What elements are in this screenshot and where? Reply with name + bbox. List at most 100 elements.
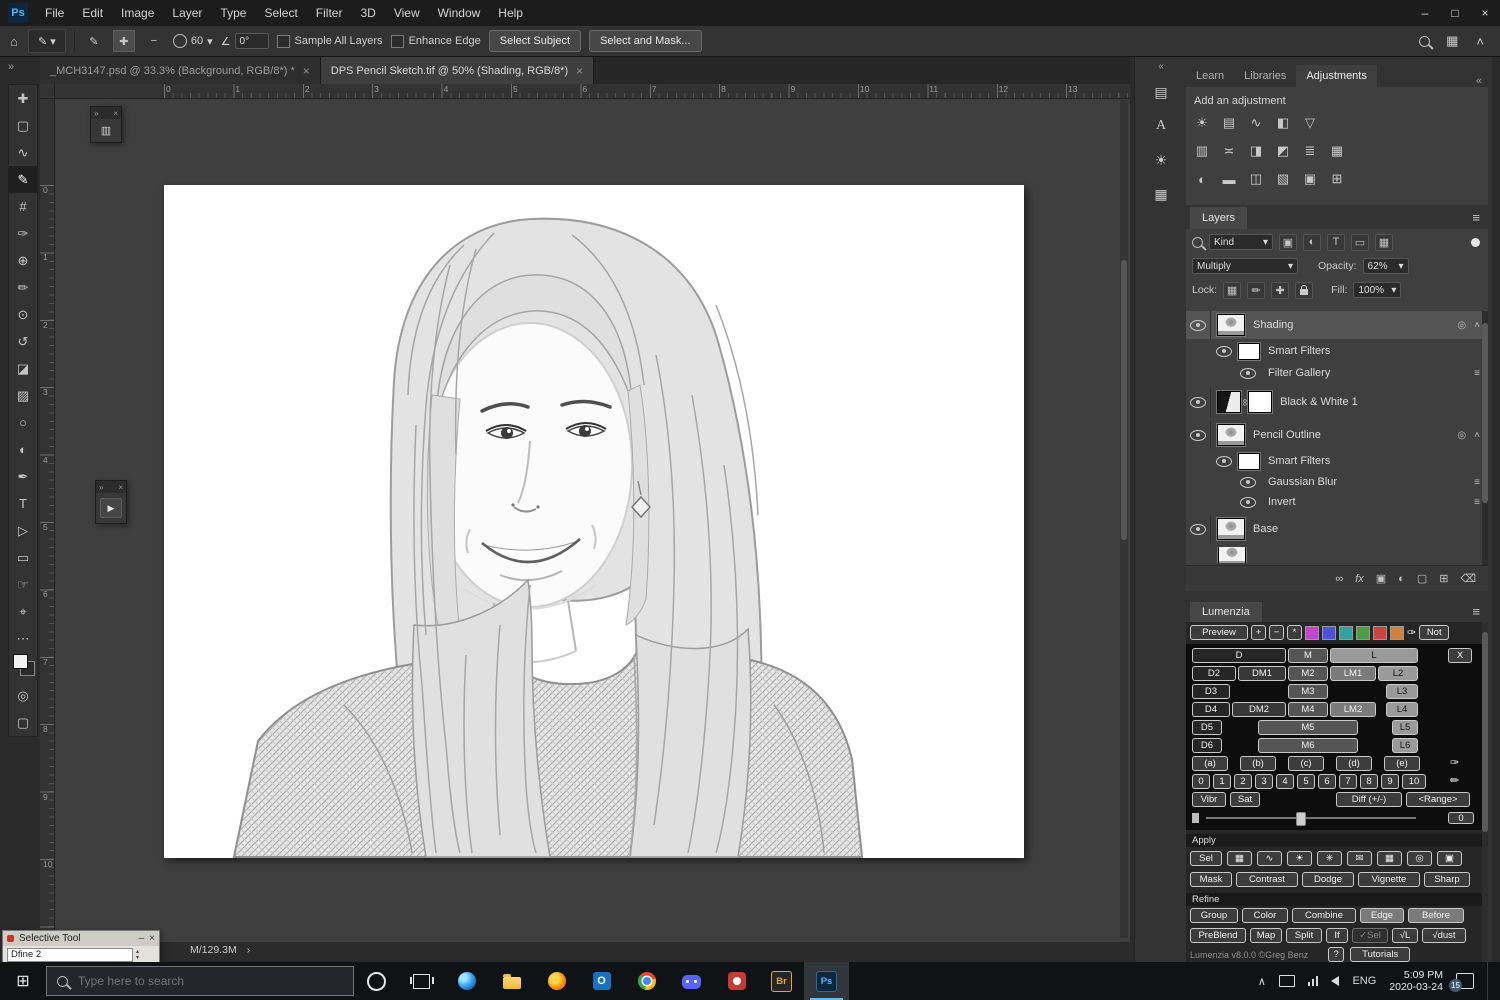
apply-preset-icon-7[interactable]: ◎ [1407, 851, 1432, 866]
tool-crop[interactable]: # [9, 193, 37, 220]
document-tab-active[interactable]: DPS Pencil Sketch.tif @ 50% (Shading, RG… [321, 57, 594, 84]
color-button[interactable]: Color [1242, 908, 1288, 923]
filter-type-layers-icon[interactable]: T [1327, 234, 1345, 251]
midtone-slider-thumb[interactable] [1296, 812, 1306, 826]
color-swatch-blue[interactable] [1322, 626, 1336, 640]
eyedropper-icon[interactable]: ✑ [1407, 626, 1416, 639]
lum-d-button[interactable]: D [1192, 648, 1286, 663]
sharp-button[interactable]: Sharp [1424, 872, 1470, 887]
lum-l4-button[interactable]: L4 [1386, 702, 1418, 717]
lock-transparency-icon[interactable]: ▦ [1223, 282, 1241, 299]
lum-dm2-button[interactable]: DM2 [1232, 702, 1286, 717]
menu-help[interactable]: Help [489, 0, 532, 26]
brush-icon[interactable]: ✏ [1450, 774, 1459, 787]
collapse-panel-icon[interactable]: » [8, 61, 14, 73]
taskbar-file-explorer[interactable] [489, 962, 534, 1000]
check-dust-button[interactable]: √dust [1422, 928, 1466, 943]
zoom-in-button[interactable]: + [1251, 625, 1266, 640]
color-swatch-magenta[interactable] [1305, 626, 1319, 640]
apply-preset-icon-5[interactable]: ✉ [1347, 851, 1372, 866]
combine-button[interactable]: Combine [1292, 908, 1356, 923]
color-swatch-red[interactable] [1373, 626, 1387, 640]
selection-subtract-icon[interactable]: − [143, 30, 165, 52]
scrollbar-thumb[interactable] [1482, 632, 1488, 832]
adjustments-panel-icon[interactable]: ☀ [1146, 146, 1176, 174]
lock-all-icon[interactable] [1295, 282, 1313, 299]
hue-saturation-icon[interactable]: ▥ [1194, 143, 1210, 159]
lum-l3-button[interactable]: L3 [1386, 684, 1418, 699]
not-button[interactable]: Not [1419, 625, 1449, 640]
tool-blur[interactable]: ○ [9, 409, 37, 436]
contrast-button[interactable]: Contrast [1236, 872, 1298, 887]
help-button[interactable]: ? [1328, 947, 1344, 962]
angle-value[interactable]: 0° [235, 33, 269, 49]
before-button[interactable]: Before [1408, 908, 1464, 923]
lock-pixels-icon[interactable]: ✏ [1247, 282, 1265, 299]
blend-mode-dropdown[interactable]: Multiply▾ [1192, 258, 1298, 274]
lum-zone-5[interactable]: 5 [1297, 774, 1315, 789]
selection-new-icon[interactable]: ✎ [83, 30, 105, 52]
tool-lasso[interactable]: ∿ [9, 139, 37, 166]
taskbar-firefox[interactable] [534, 962, 579, 1000]
vibrance-button[interactable]: Vibr [1192, 792, 1226, 807]
lum-zone-7[interactable]: 7 [1339, 774, 1357, 789]
foreground-color-swatch[interactable] [13, 654, 28, 669]
lum-zone-3[interactable]: 3 [1255, 774, 1273, 789]
enhance-edge-checkbox[interactable]: Enhance Edge [391, 35, 481, 48]
show-desktop-button[interactable] [1487, 962, 1492, 1000]
taskbar-photoshop[interactable]: Ps [804, 962, 849, 1000]
lum-lm1-button[interactable]: LM1 [1330, 666, 1376, 681]
if-button[interactable]: If [1326, 928, 1348, 943]
lum-zone-6[interactable]: 6 [1318, 774, 1336, 789]
menu-view[interactable]: View [385, 0, 429, 26]
filter-options-icon[interactable]: ≡ [1474, 477, 1480, 488]
close-button[interactable]: × [1470, 0, 1500, 26]
panel-menu-icon[interactable]: ≡ [1472, 210, 1480, 225]
collapse-filters-icon[interactable]: ˄ [1474, 320, 1480, 331]
selection-add-icon[interactable]: ✚ [113, 30, 135, 52]
tool-path-selection[interactable]: ▷ [9, 517, 37, 544]
lock-position-icon[interactable]: ✚ [1271, 282, 1289, 299]
floating-panel-actions[interactable]: »× ▶ [95, 480, 127, 524]
layer-row-gaussian-blur[interactable]: Gaussian Blur ≡ [1186, 473, 1488, 491]
tool-gradient[interactable]: ▨ [9, 382, 37, 409]
lum-c-button[interactable]: (c) [1288, 756, 1324, 771]
color-swatch-green[interactable] [1356, 626, 1370, 640]
tab-learn[interactable]: Learn [1186, 65, 1234, 87]
exposure-icon[interactable]: ◧ [1275, 115, 1291, 131]
scrollbar-thumb[interactable] [1121, 260, 1127, 540]
saturation-button[interactable]: Sat [1230, 792, 1260, 807]
glyphs-panel-icon[interactable]: A [1146, 112, 1176, 140]
close-tab-icon[interactable]: × [303, 64, 310, 78]
vignette-button[interactable]: Vignette [1358, 872, 1420, 887]
range-button[interactable]: <Range> [1406, 792, 1470, 807]
collapse-filters-icon[interactable]: ˄ [1474, 430, 1480, 441]
layer-thumbnail[interactable] [1217, 518, 1245, 540]
lum-m6-button[interactable]: M6 [1258, 738, 1358, 753]
range-value[interactable]: 0 [1448, 812, 1474, 824]
layers-scrollbar[interactable] [1482, 311, 1488, 565]
lum-lm2-button[interactable]: LM2 [1330, 702, 1376, 717]
lum-d4-button[interactable]: D4 [1192, 702, 1230, 717]
tool-clone-stamp[interactable]: ⊙ [9, 301, 37, 328]
taskbar-chrome[interactable] [624, 962, 669, 1000]
menu-layer[interactable]: Layer [163, 0, 211, 26]
brush-size-picker[interactable]: 60 ▾ [173, 34, 213, 48]
screen-mode-button[interactable]: ▢ [9, 709, 37, 736]
star-button[interactable]: * [1287, 625, 1302, 640]
collapse-dock-icon[interactable]: « [1135, 57, 1187, 72]
home-icon[interactable]: ⌂ [8, 34, 20, 49]
visibility-toggle[interactable] [1186, 421, 1211, 449]
layers-tab[interactable]: Layers [1190, 207, 1247, 229]
taskbar-task-view[interactable] [399, 962, 444, 1000]
tab-libraries[interactable]: Libraries [1234, 65, 1296, 87]
collapse-icon[interactable]: » [99, 483, 103, 492]
layer-row-black-white[interactable]: ∞ Black & White 1 [1186, 387, 1488, 417]
vibrance-icon[interactable]: ▽ [1302, 115, 1318, 131]
workspace-icon[interactable]: ▦ [1444, 33, 1460, 49]
visibility-toggle[interactable] [1236, 473, 1260, 491]
lum-zone-0[interactable]: 0 [1192, 774, 1210, 789]
tool-move[interactable]: ✚ [9, 85, 37, 112]
curves-icon[interactable]: ∿ [1248, 115, 1264, 131]
visibility-toggle[interactable] [1236, 493, 1260, 511]
